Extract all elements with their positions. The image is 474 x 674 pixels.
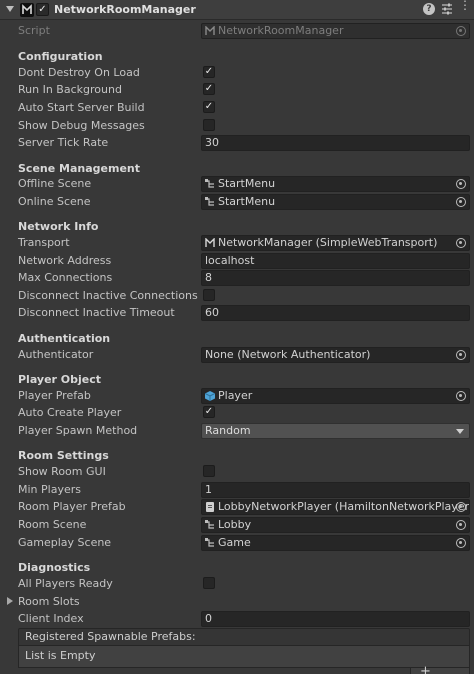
show-debug-label: Show Debug Messages	[18, 119, 145, 132]
disconnect-inactive-label: Disconnect Inactive Connections	[18, 289, 198, 302]
player-prefab-field[interactable]: Player	[201, 388, 470, 404]
prefab-cube-icon	[205, 391, 215, 401]
auto-start-checkbox[interactable]: ✓	[203, 101, 215, 113]
help-icon[interactable]: ?	[423, 3, 435, 15]
network-address-input[interactable]: localhost	[201, 253, 470, 269]
gameplay-scene-value: Game	[218, 536, 251, 549]
foldout-collapsed-icon[interactable]	[7, 597, 13, 605]
client-index-label: Client Index	[18, 612, 84, 625]
add-element-icon[interactable]: +	[420, 664, 431, 674]
component-header[interactable]: ✓ NetworkRoomManager ? ⋮	[0, 0, 474, 20]
transport-field[interactable]: NetworkManager (SimpleWebTransport)	[201, 235, 470, 251]
transport-value: NetworkManager (SimpleWebTransport)	[218, 236, 438, 249]
run-in-background-checkbox[interactable]: ✓	[203, 83, 215, 95]
transport-label: Transport	[18, 236, 70, 249]
client-index-input[interactable]: 0	[201, 611, 470, 627]
room-slots-foldout[interactable]: Room Slots	[18, 593, 80, 611]
disconnect-timeout-input[interactable]: 60	[201, 305, 470, 321]
authenticator-value: None (Network Authenticator)	[205, 348, 371, 361]
object-picker-icon[interactable]	[456, 26, 466, 36]
all-players-ready-label: All Players Ready	[18, 577, 113, 590]
run-in-background-label: Run In Background	[18, 83, 122, 96]
online-scene-value: StartMenu	[218, 195, 276, 208]
script-field[interactable]: NetworkRoomManager	[201, 23, 470, 39]
scene-asset-icon	[205, 538, 214, 547]
script-icon	[20, 3, 34, 17]
object-picker-icon[interactable]	[456, 179, 466, 189]
offline-scene-label: Offline Scene	[18, 177, 92, 190]
object-picker-icon[interactable]	[456, 538, 466, 548]
room-player-prefab-field[interactable]: LobbyNetworkPlayer (HamiltonNetworkPlaye…	[201, 499, 470, 515]
show-room-gui-checkbox[interactable]	[203, 465, 215, 477]
script-file-icon	[205, 26, 215, 35]
foldout-expanded-icon[interactable]	[6, 6, 14, 12]
server-tick-rate-label: Server Tick Rate	[18, 136, 109, 149]
max-connections-label: Max Connections	[18, 271, 113, 284]
room-scene-field[interactable]: Lobby	[201, 517, 470, 533]
spawn-method-label: Player Spawn Method	[18, 424, 138, 437]
min-players-label: Min Players	[18, 483, 81, 496]
authenticator-field[interactable]: None (Network Authenticator)	[201, 347, 470, 363]
auto-create-player-label: Auto Create Player	[18, 406, 122, 419]
object-picker-icon[interactable]	[456, 502, 466, 512]
object-picker-icon[interactable]	[456, 520, 466, 530]
script-value: NetworkRoomManager	[218, 24, 344, 37]
room-player-prefab-label: Room Player Prefab	[18, 500, 126, 513]
all-players-ready-checkbox[interactable]	[203, 577, 215, 589]
room-scene-value: Lobby	[218, 518, 252, 531]
list-footer	[410, 668, 470, 674]
network-address-label: Network Address	[18, 254, 112, 267]
spawnable-prefabs-empty: List is Empty	[18, 646, 470, 668]
spawn-method-dropdown[interactable]: Random	[201, 423, 470, 439]
disconnect-timeout-label: Disconnect Inactive Timeout	[18, 306, 175, 319]
auto-create-player-checkbox[interactable]: ✓	[203, 406, 215, 418]
gameplay-scene-field[interactable]: Game	[201, 535, 470, 551]
chevron-down-icon	[456, 429, 464, 434]
script-label: Script	[18, 24, 50, 37]
offline-scene-value: StartMenu	[218, 177, 276, 190]
scene-asset-icon	[205, 179, 214, 188]
spawn-method-value: Random	[205, 424, 251, 437]
component-title: NetworkRoomManager	[54, 3, 196, 16]
server-tick-rate-input[interactable]: 30	[201, 135, 470, 151]
presets-sliders-icon[interactable]	[441, 2, 453, 16]
component-enabled-checkbox[interactable]: ✓	[36, 3, 49, 16]
show-room-gui-label: Show Room GUI	[18, 465, 106, 478]
online-scene-field[interactable]: StartMenu	[201, 194, 470, 210]
player-prefab-value: Player	[218, 389, 253, 402]
spawnable-prefabs-header: Registered Spawnable Prefabs:	[18, 628, 470, 646]
object-picker-icon[interactable]	[456, 350, 466, 360]
gameplay-scene-label: Gameplay Scene	[18, 536, 112, 549]
online-scene-label: Online Scene	[18, 195, 91, 208]
max-connections-input[interactable]: 8	[201, 270, 470, 286]
prefab-asset-icon	[206, 502, 214, 512]
script-file-icon	[205, 238, 215, 247]
object-picker-icon[interactable]	[456, 238, 466, 248]
dont-destroy-label: Dont Destroy On Load	[18, 66, 140, 79]
player-prefab-label: Player Prefab	[18, 389, 91, 402]
auto-start-label: Auto Start Server Build	[18, 101, 145, 114]
room-scene-label: Room Scene	[18, 518, 87, 531]
min-players-input[interactable]: 1	[201, 482, 470, 498]
room-player-prefab-value: LobbyNetworkPlayer (HamiltonNetworkPlaye…	[218, 500, 470, 513]
scene-asset-icon	[205, 197, 214, 206]
disconnect-inactive-checkbox[interactable]	[203, 289, 215, 301]
object-picker-icon[interactable]	[456, 197, 466, 207]
offline-scene-field[interactable]: StartMenu	[201, 176, 470, 192]
authenticator-label: Authenticator	[18, 348, 94, 361]
dont-destroy-checkbox[interactable]: ✓	[203, 66, 215, 78]
object-picker-icon[interactable]	[456, 391, 466, 401]
more-options-icon[interactable]: ⋮	[459, 0, 471, 18]
scene-asset-icon	[205, 520, 214, 529]
show-debug-checkbox[interactable]	[203, 119, 215, 131]
